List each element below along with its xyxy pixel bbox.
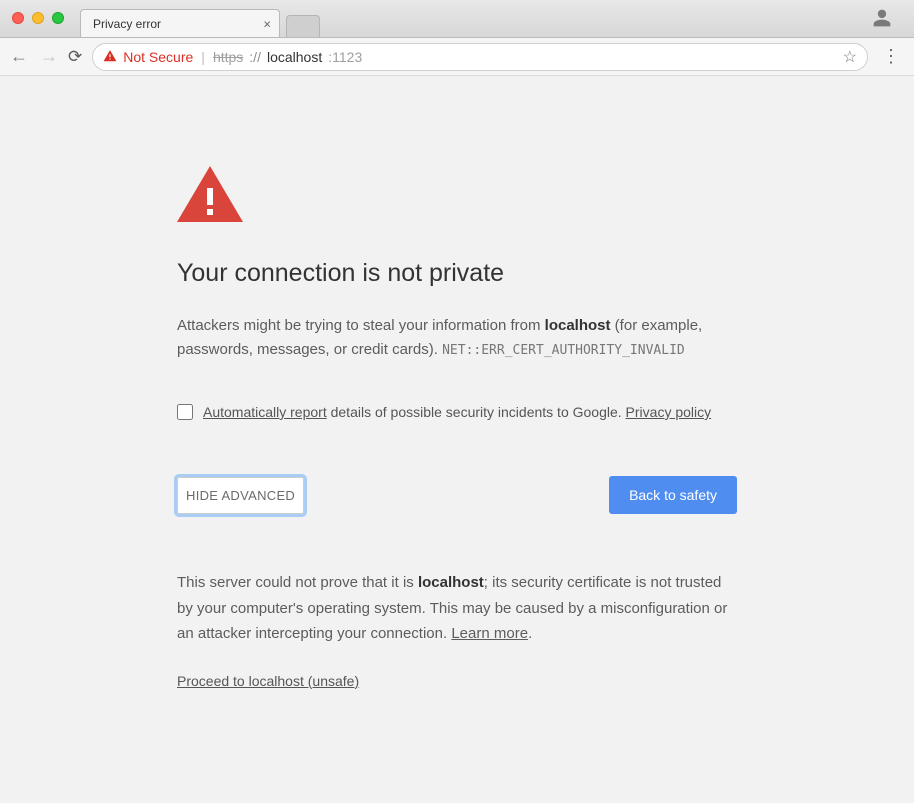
minimize-window-button[interactable] — [32, 12, 44, 24]
advanced-pre: This server could not prove that it is — [177, 574, 418, 591]
url-scheme-rest: :// — [249, 49, 261, 65]
warning-triangle-icon — [177, 166, 243, 222]
privacy-policy-link[interactable]: Privacy policy — [626, 404, 712, 420]
advanced-host: localhost — [418, 574, 484, 591]
profile-icon[interactable] — [872, 8, 892, 33]
warning-body-host: localhost — [545, 317, 611, 334]
reload-button[interactable]: ⟳ — [68, 47, 82, 67]
window-controls — [12, 12, 64, 24]
security-warning-icon — [103, 49, 117, 65]
titlebar: Privacy error × — [0, 0, 914, 38]
learn-more-link[interactable]: Learn more — [451, 625, 528, 642]
auto-report-link[interactable]: Automatically report — [203, 404, 327, 420]
error-code: NET::ERR_CERT_AUTHORITY_INVALID — [442, 343, 685, 358]
tabstrip: Privacy error × — [80, 0, 320, 37]
security-status-label: Not Secure — [123, 49, 193, 65]
warning-body-pre: Attackers might be trying to steal your … — [177, 317, 545, 334]
zoom-window-button[interactable] — [52, 12, 64, 24]
url-host: localhost — [267, 49, 322, 65]
proceed-unsafe-link[interactable]: Proceed to localhost (unsafe) — [177, 673, 359, 689]
auto-report-checkbox[interactable] — [177, 404, 193, 420]
bookmark-star-icon[interactable]: ☆ — [843, 47, 857, 67]
browser-menu-icon[interactable]: ⋮ — [878, 46, 904, 67]
forward-button[interactable]: → — [40, 46, 58, 67]
toolbar: ← → ⟳ Not Secure | https :// localhost :112… — [0, 38, 914, 76]
auto-report-row: Automatically report details of possible… — [177, 404, 737, 420]
back-to-safety-button[interactable]: Back to safety — [609, 476, 737, 514]
back-button[interactable]: ← — [10, 46, 28, 67]
page-title: Your connection is not private — [177, 259, 737, 288]
url-port: :1123 — [328, 49, 362, 65]
omnibox-separator: | — [199, 49, 207, 65]
auto-report-label: Automatically report details of possible… — [203, 404, 711, 420]
tab-title: Privacy error — [93, 17, 161, 31]
advanced-details: This server could not prove that it is l… — [177, 570, 737, 647]
ssl-interstitial: Your connection is not private Attackers… — [157, 76, 757, 731]
close-tab-icon[interactable]: × — [263, 16, 271, 31]
button-row: HIDE ADVANCED Back to safety — [177, 476, 737, 514]
toggle-advanced-button[interactable]: HIDE ADVANCED — [177, 477, 304, 514]
auto-report-rest: details of possible security incidents t… — [327, 404, 626, 420]
nav-arrows: ← → — [10, 46, 58, 67]
url-scheme-struck: https — [213, 49, 243, 65]
advanced-post2: . — [528, 625, 532, 642]
page-content: Your connection is not private Attackers… — [0, 76, 914, 803]
warning-body: Attackers might be trying to steal your … — [177, 314, 737, 362]
close-window-button[interactable] — [12, 12, 24, 24]
new-tab-button[interactable] — [286, 15, 320, 37]
address-bar[interactable]: Not Secure | https :// localhost :1123 ☆ — [92, 43, 868, 71]
active-tab[interactable]: Privacy error × — [80, 9, 280, 37]
